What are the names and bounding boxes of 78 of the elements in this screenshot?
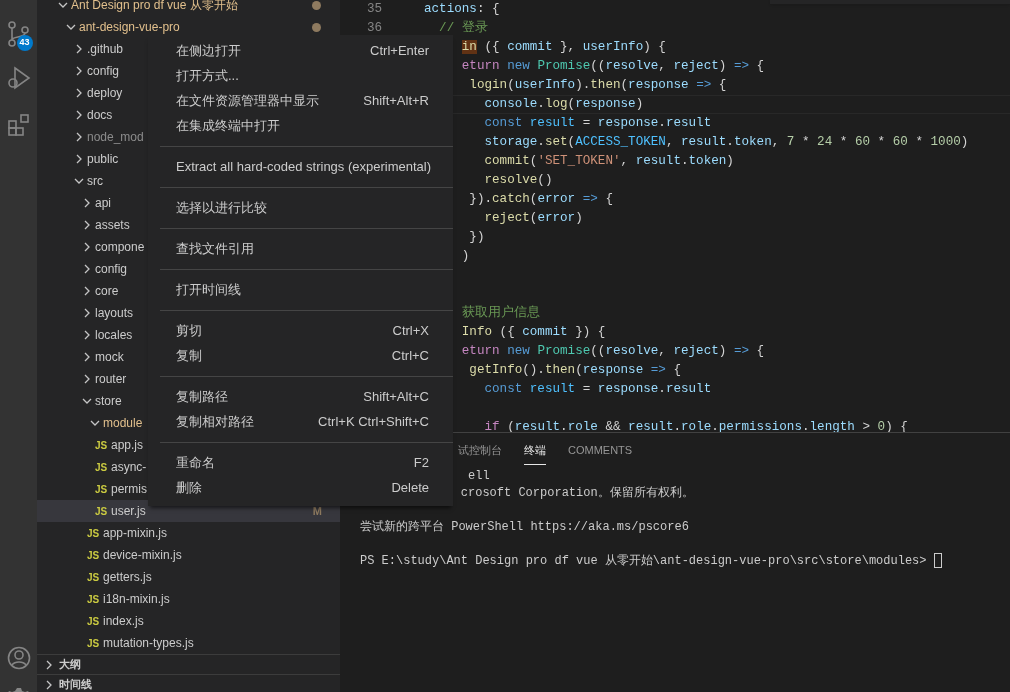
code-line: ): [461, 248, 470, 266]
shortcut-label: Shift+Alt+R: [363, 91, 429, 110]
tree-item-label: src: [87, 173, 103, 190]
tree-item-label: config: [87, 63, 120, 80]
tree-item-label: user.js: [111, 503, 146, 520]
code-line: login(userInfo).then(response => {: [469, 77, 727, 95]
tree-item-label: locales: [95, 327, 133, 344]
terminal-line: 尝试新的跨平台 PowerShell https://aka.ms/pscore6: [360, 518, 689, 536]
tree-item-label: deploy: [87, 85, 123, 102]
tree-item-label: i18n-mixin.js: [103, 591, 170, 608]
file-type-icon: JS: [95, 481, 111, 497]
file-type-icon: JS: [87, 547, 103, 563]
tree-item-label: public: [87, 151, 119, 168]
file-type-icon: JS: [87, 635, 103, 651]
terminal-line: crosoft Corporation。保留所有权利。: [460, 484, 694, 502]
shortcut-label: Ctrl+X: [392, 321, 429, 340]
shortcut-label: Ctrl+Enter: [370, 41, 429, 60]
code-line: if (result.role && result.role.permissions.length > 0) {: [484, 419, 908, 432]
tree-item-label: config: [95, 261, 128, 278]
code-line: }).catch(error => {: [469, 191, 613, 209]
tree-item-label: store: [95, 393, 122, 410]
tree-item-label: layouts: [95, 305, 134, 322]
tree-item-label: app-mixin.js: [103, 525, 168, 542]
code-line: resolve(): [484, 172, 553, 190]
code-line: const result = response.result: [484, 381, 712, 399]
code-line: console.log(response): [484, 96, 644, 114]
code-line: reject(error): [484, 210, 583, 228]
code-line: }): [469, 229, 485, 247]
tree-item-label: assets: [95, 217, 130, 234]
file-type-icon: JS: [95, 459, 111, 475]
code-line: // 登录: [439, 19, 488, 38]
terminal-line: ell: [468, 467, 490, 485]
tree-item-label: api: [95, 195, 111, 212]
tree-item-label: router: [95, 371, 127, 388]
line-number: 35: [366, 1, 382, 19]
code-line: getInfo().then(response => {: [469, 362, 681, 380]
shortcut-label: F2: [413, 453, 429, 472]
file-type-icon: JS: [95, 437, 111, 453]
notification-badge: 43: [16, 35, 33, 51]
section-title: 大纲: [59, 657, 81, 673]
code-line: const result = response.result: [484, 115, 712, 133]
tree-item-label: node_mod: [87, 129, 144, 146]
tree-item-label: getters.js: [103, 569, 152, 586]
file-type-icon: JS: [87, 569, 103, 585]
tree-item-label: permis: [111, 481, 147, 498]
code-line: Info ({ commit }) {: [461, 324, 606, 342]
shortcut-label: Delete: [391, 478, 429, 497]
tree-item-label: Ant Design pro df vue 从零开始: [71, 0, 238, 14]
tree-item-label: docs: [87, 107, 113, 124]
git-status-label: M: [312, 503, 322, 519]
code-line: actions: {: [424, 1, 500, 19]
shortcut-label: Ctrl+K Ctrl+Shift+C: [318, 412, 429, 431]
tree-item-label: compone: [95, 239, 145, 256]
code-line: storage.set(ACCESS_TOKEN, result.token, 7 * 24 * 60 * 60 * 1000): [484, 134, 969, 152]
file-type-icon: JS: [87, 591, 103, 607]
tree-item-label: mutation-types.js: [103, 635, 194, 652]
tree-item-label: device-mixin.js: [103, 547, 182, 564]
shortcut-label: Ctrl+C: [391, 346, 429, 365]
code-line: commit('SET_TOKEN', result.token): [484, 153, 734, 171]
tree-item-label: mock: [95, 349, 124, 366]
file-type-icon: JS: [87, 525, 103, 541]
terminal-line: PS E:\study\Ant Design pro df vue 从零开始\ant-design-vue-pro\src\store\modules>: [360, 552, 928, 570]
code-line: eturn new Promise((resolve, reject) => {: [461, 343, 765, 361]
code-line: eturn new Promise((resolve, reject) => {: [461, 58, 765, 76]
section-title: 时间线: [59, 677, 92, 692]
file-type-icon: JS: [87, 613, 103, 629]
file-type-icon: JS: [95, 503, 111, 519]
shortcut-label: Shift+Alt+C: [363, 387, 429, 406]
tree-item-label: ant-design-vue-pro: [79, 19, 180, 36]
code-line: 获取用户信息: [461, 304, 540, 323]
tree-item-label: async-: [111, 459, 147, 476]
line-number: 36: [366, 20, 382, 38]
tree-item-label: module: [103, 415, 143, 432]
tree-item-label: core: [95, 283, 119, 300]
tree-item-label: app.js: [111, 437, 144, 454]
tree-item-label: .github: [87, 41, 124, 58]
code-line: in ({ commit }, userInfo) {: [461, 39, 666, 57]
tree-item-label: index.js: [103, 613, 144, 630]
